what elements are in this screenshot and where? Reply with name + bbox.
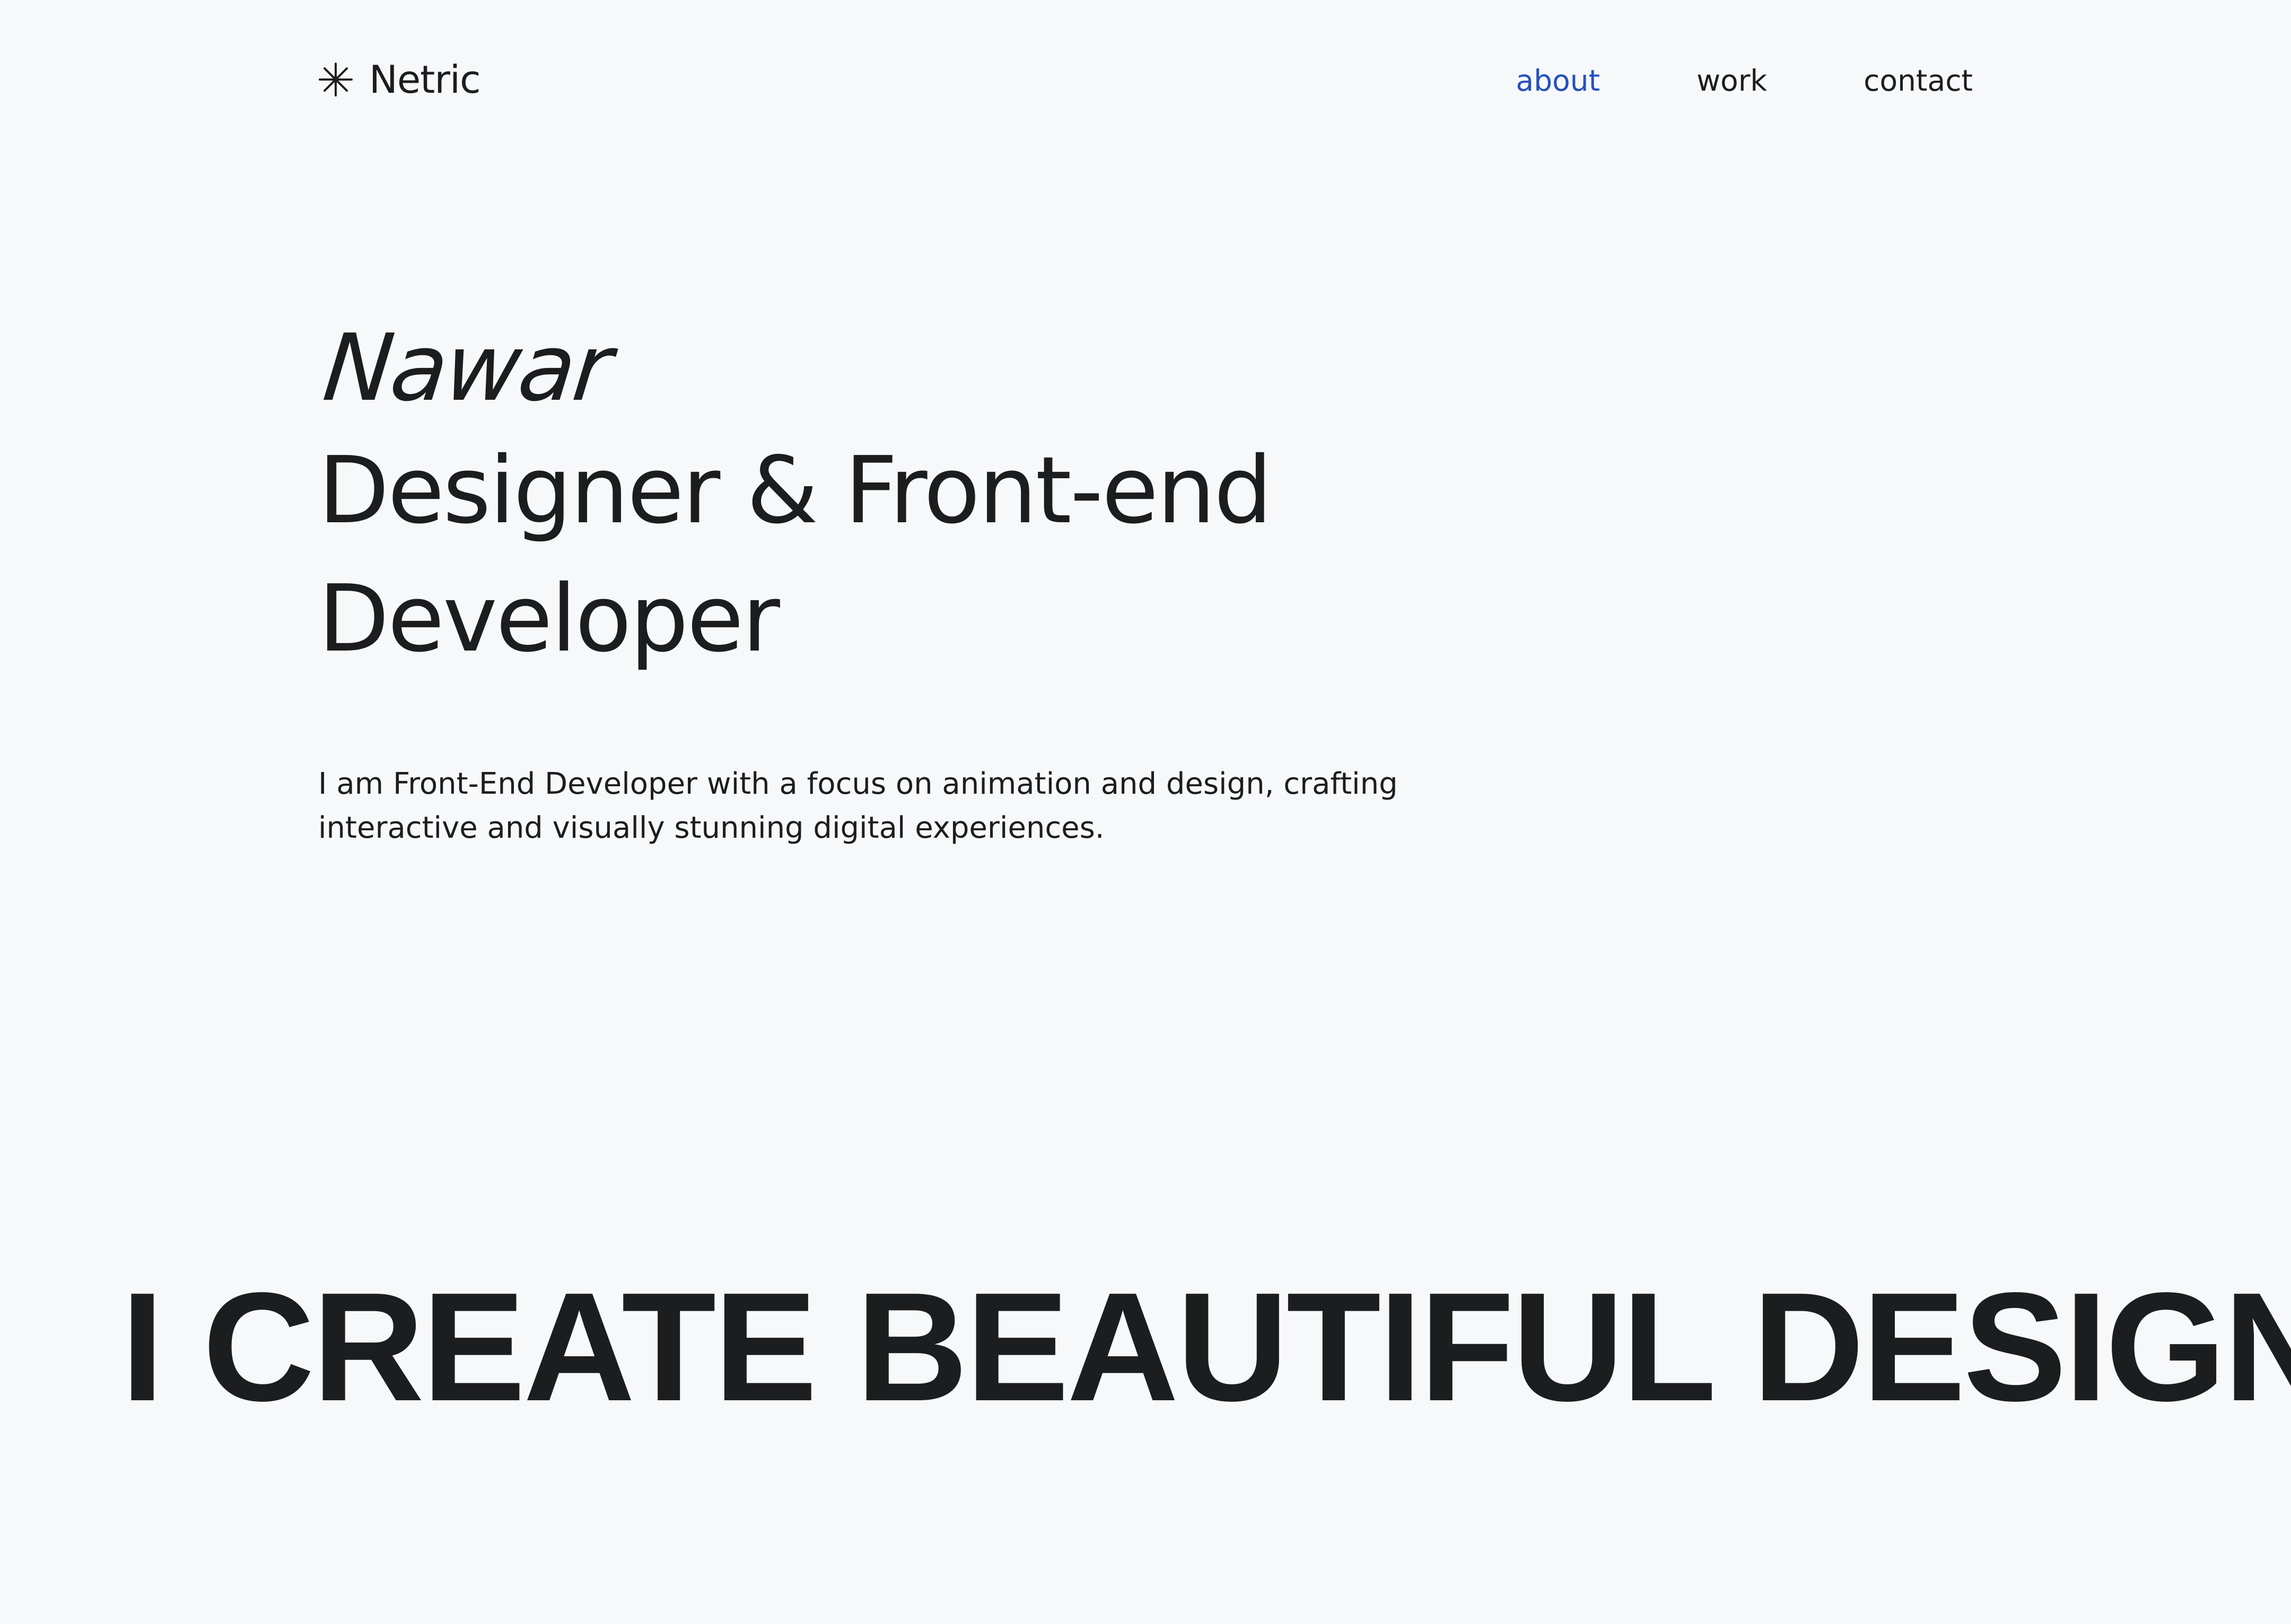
hero-description: I am Front-End Developer with a focus on… [318, 767, 1398, 845]
hero-role-line-2: Developer [318, 565, 780, 673]
hero-role-line-1: Designer & Front-end [318, 437, 1272, 545]
nav-link-work[interactable]: work [1697, 59, 1767, 102]
site-header: Netric about work contact [0, 0, 2291, 159]
logo-link[interactable]: Netric [318, 54, 481, 105]
marquee-banner: I CREATE BEAUTIFUL DESIGNS THAT [0, 1262, 2291, 1432]
hero-name: Nawar [318, 314, 615, 422]
logo-text: Netric [369, 57, 481, 102]
asterisk-star-icon [319, 63, 353, 96]
main-nav: about work contact [1516, 59, 1973, 102]
marquee-text: I CREATE BEAUTIFUL DESIGNS THAT [121, 1262, 2291, 1432]
nav-link-contact[interactable]: contact [1864, 59, 1973, 102]
nav-link-about[interactable]: about [1516, 59, 1600, 102]
hero-section: Nawar Designer & Front-end Developer [318, 310, 1591, 683]
